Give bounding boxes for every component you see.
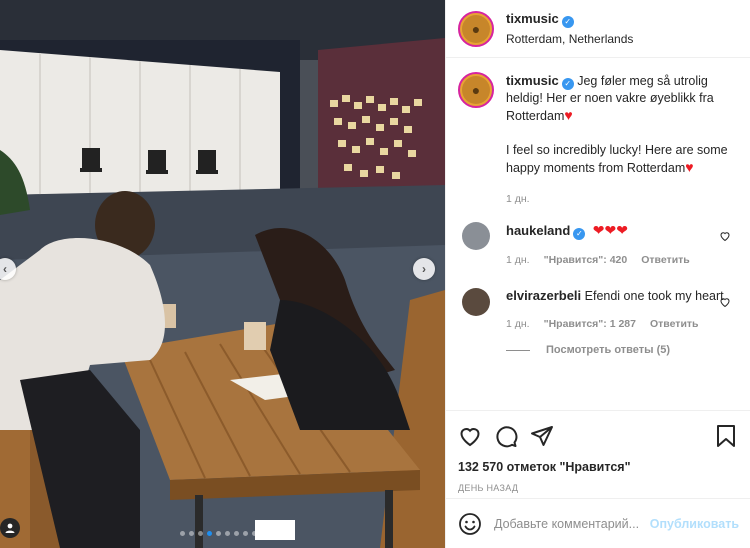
instagram-post: ‹ › ● tixmusic ✓ Rotterdam, Netherlands ● — [0, 0, 750, 548]
comment-input[interactable] — [494, 516, 650, 531]
view-replies-button[interactable]: Посмотреть ответы (5) — [506, 344, 750, 356]
post-header: ● tixmusic ✓ Rotterdam, Netherlands — [446, 0, 750, 58]
carousel-dot — [206, 531, 212, 536]
comment-like-heart-icon[interactable] — [719, 296, 731, 311]
comment-item: haukeland ✓ ❤❤❤ 1 дн. "Нравится": 420 Ответ… — [446, 222, 750, 268]
heart-outline-icon[interactable] — [458, 424, 482, 448]
likes-count[interactable]: 132 570 отметок "Нравится" — [458, 460, 739, 474]
post-actions: 132 570 отметок "Нравится" ДЕНЬ НАЗАД — [446, 410, 750, 493]
caption-body: tixmusic ✓ Jeg føler meg så utrolig heldi… — [506, 72, 738, 208]
post-side-panel: ● tixmusic ✓ Rotterdam, Netherlands ● tix… — [445, 0, 750, 548]
post-location[interactable]: Rotterdam, Netherlands — [506, 32, 633, 46]
bear-avatar-icon: ● — [462, 76, 490, 104]
caption-username[interactable]: tixmusic — [506, 73, 559, 88]
caption-meta: 1 дн. — [506, 191, 738, 208]
comment-time[interactable]: 1 дн. — [506, 254, 530, 266]
author-line: tixmusic ✓ — [506, 11, 633, 28]
author-avatar[interactable]: ● — [458, 10, 494, 47]
carousel-dot — [215, 531, 221, 536]
comment-line: elvirazerbeli Efendi one took my heart — [506, 288, 726, 304]
carousel-dot — [233, 531, 239, 536]
commenter-avatar[interactable] — [462, 288, 490, 316]
carousel-indicator — [0, 531, 445, 536]
reply-button[interactable]: Ответить — [650, 318, 699, 330]
carousel-dot — [260, 531, 266, 536]
author-username[interactable]: tixmusic — [506, 11, 559, 26]
carousel-dot — [197, 531, 203, 536]
header-names: tixmusic ✓ Rotterdam, Netherlands — [506, 11, 633, 46]
comment-body: elvirazerbeli Efendi one took my heart 1… — [506, 288, 726, 332]
carousel-dot — [242, 531, 248, 536]
comment-likes[interactable]: "Нравится": 1 287 — [544, 318, 636, 330]
comment-text: Efendi one took my heart — [584, 289, 724, 303]
verified-badge-icon: ✓ — [573, 228, 586, 240]
verified-badge-icon: ✓ — [561, 78, 574, 90]
caption-avatar[interactable]: ● — [458, 72, 494, 108]
photo-scene — [0, 0, 445, 548]
verified-badge-icon: ✓ — [561, 16, 574, 28]
commenter-username[interactable]: haukeland — [506, 223, 570, 238]
heart-outline-glyph — [720, 298, 730, 308]
heart-outline-glyph — [720, 232, 730, 242]
carousel-dot — [251, 531, 257, 536]
comment-body: haukeland ✓ ❤❤❤ 1 дн. "Нравится": 420 Ответ… — [506, 222, 726, 268]
commenter-username[interactable]: elvirazerbeli — [506, 288, 581, 303]
comment-meta: 1 дн. "Нравится": 1 287 Ответить — [506, 316, 726, 332]
add-comment-bar: Опубликовать — [446, 498, 750, 548]
bear-avatar-icon: ● — [462, 14, 490, 43]
carousel-next-button[interactable]: › — [413, 258, 435, 280]
caption-time[interactable]: 1 дн. — [506, 193, 530, 205]
replies-divider — [506, 349, 530, 351]
red-heart-icon: ♥ — [564, 107, 573, 123]
caption-text-english: I feel so incredibly lucky! Here are som… — [506, 142, 738, 177]
paper-plane-icon[interactable] — [530, 424, 554, 448]
comment-item: elvirazerbeli Efendi one took my heart 1… — [446, 288, 750, 332]
caption-text-en: I feel so incredibly lucky! Here are som… — [506, 143, 728, 175]
comments-section: ● tixmusic ✓ Jeg føler meg så utrolig hel… — [446, 72, 750, 356]
comment-like-heart-icon[interactable] — [719, 230, 731, 245]
carousel-dot — [179, 531, 185, 536]
comment-likes[interactable]: "Нравится": 420 — [544, 254, 628, 266]
view-replies-label: Посмотреть ответы (5) — [546, 344, 671, 356]
smiley-icon[interactable] — [458, 512, 482, 536]
caption-text-norwegian: tixmusic ✓ Jeg føler meg så utrolig heldi… — [506, 72, 738, 125]
action-icons — [458, 423, 739, 449]
reply-button[interactable]: Ответить — [641, 254, 690, 266]
post-caption: ● tixmusic ✓ Jeg føler meg så utrolig hel… — [446, 72, 750, 208]
carousel-dot — [188, 531, 194, 536]
comment-line: haukeland ✓ ❤❤❤ — [506, 222, 726, 240]
red-heart-icon: ♥ — [685, 159, 694, 175]
carousel-dot — [224, 531, 230, 536]
comment-time[interactable]: 1 дн. — [506, 318, 530, 330]
post-time-ago[interactable]: ДЕНЬ НАЗАД — [458, 483, 739, 493]
commenter-avatar[interactable] — [462, 222, 490, 250]
comment-text: ❤❤❤ — [592, 222, 628, 238]
publish-button[interactable]: Опубликовать — [650, 517, 739, 531]
comment-meta: 1 дн. "Нравится": 420 Ответить — [506, 252, 726, 268]
comment-bubble-icon[interactable] — [494, 424, 518, 448]
bookmark-icon[interactable] — [715, 424, 737, 448]
post-photo[interactable]: ‹ › — [0, 0, 445, 548]
